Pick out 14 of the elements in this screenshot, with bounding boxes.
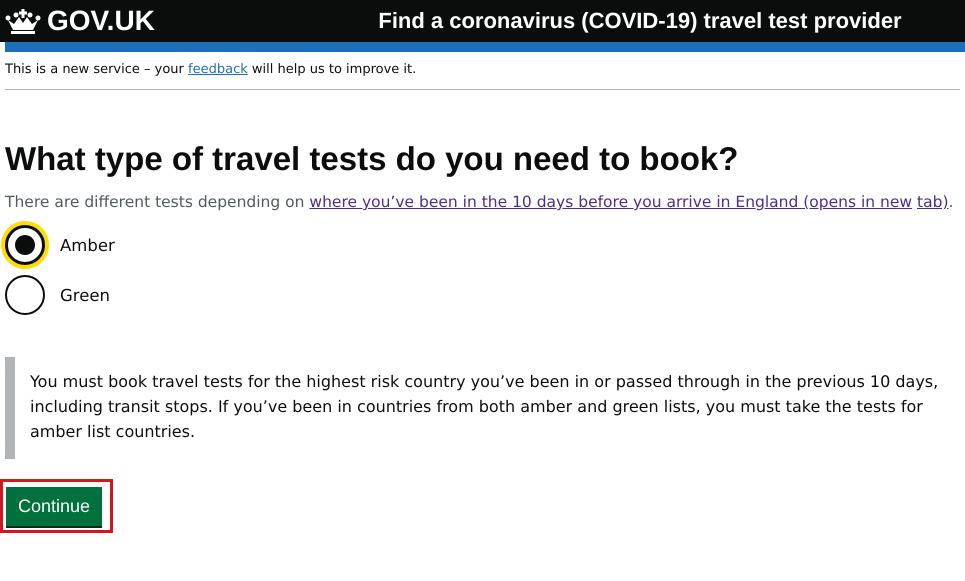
travel-rules-link[interactable]: tab)	[917, 193, 948, 211]
radio-label[interactable]: Amber	[60, 236, 115, 254]
govuk-logo[interactable]: GOV.UK	[47, 5, 155, 37]
question-heading: What type of travel tests do you need to book?	[5, 140, 740, 178]
radio-button[interactable]	[5, 275, 45, 315]
phase-banner-text: This is a new service – your feedback will help us to improve it.	[5, 52, 960, 90]
crown-icon	[5, 8, 41, 34]
inset-text: You must book travel tests for the highest risk country you’ve been in or passed through in the previous 10 days, including transit stops. If you’ve been in countries from both amber and green lists, you must take the tests for amber list countries.	[5, 357, 960, 459]
travel-rules-link[interactable]: where you’ve been in the 10 days before you arrive in England (opens in new	[309, 193, 912, 211]
service-name[interactable]: Find a coronavirus (COVID-19) travel test provider	[325, 8, 955, 34]
continue-button[interactable]: Continue	[6, 487, 102, 526]
radio-label[interactable]: Green	[60, 286, 110, 304]
hint-text: There are different tests depending on where you’ve been in the 10 days before you arrive in England (opens in new tab).	[5, 192, 954, 213]
feedback-link[interactable]: feedback	[188, 62, 248, 77]
